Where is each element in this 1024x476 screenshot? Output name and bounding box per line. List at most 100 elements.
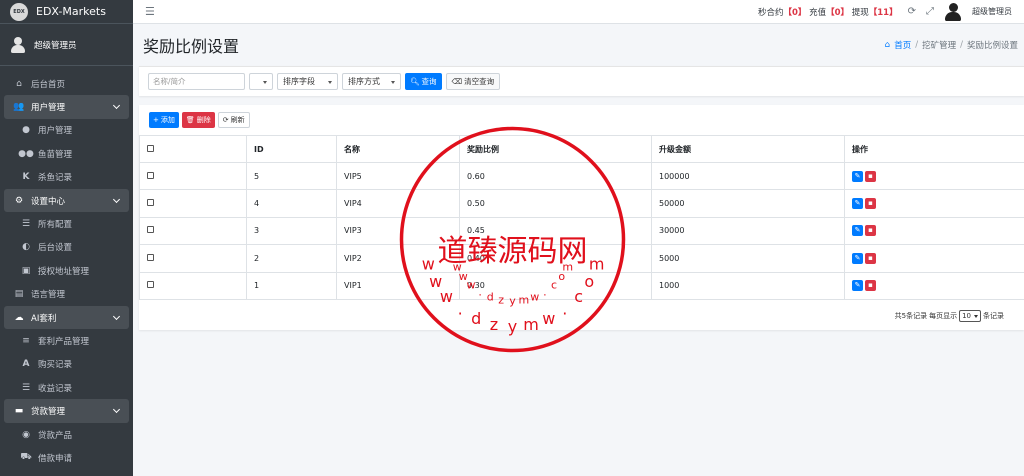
cogs-icon: ⚙: [14, 195, 24, 206]
row-checkbox[interactable]: [147, 226, 154, 234]
status-select[interactable]: [249, 73, 273, 90]
query-button[interactable]: 🔍︎ 查询: [405, 73, 442, 90]
edit-icon[interactable]: ✎: [852, 170, 863, 182]
search-input[interactable]: 名称/简介: [148, 73, 245, 90]
cell-ratio: 0.40: [459, 244, 652, 273]
pagination-info: 共5条记录 每页显示 10 条记录: [895, 310, 1004, 322]
cell-actions: ✎ ▪: [844, 216, 1024, 246]
sidebar-group-ai-arbitrage[interactable]: ☁ AI套利: [4, 305, 129, 330]
trash-icon[interactable]: ▪: [865, 198, 876, 210]
delete-label: 删除: [196, 116, 211, 124]
sidebar-item-arbitrage-products[interactable]: ≡ 套利产品管理: [0, 329, 133, 352]
delete-button[interactable]: 🗑︎ 删除: [181, 112, 215, 128]
sidebar-item-label: 杀鱼记录: [38, 173, 73, 184]
trash-icon[interactable]: ▪: [865, 252, 876, 264]
product-icon: ◉: [22, 429, 30, 440]
breadcrumb-home[interactable]: 首页: [894, 39, 911, 51]
sort-order-select[interactable]: 排序方式: [342, 73, 401, 90]
fullscreen-icon[interactable]: ⤢: [926, 6, 934, 17]
sidebar-item-auth-address[interactable]: ▣ 授权地址管理: [0, 259, 133, 282]
plus-icon: +: [153, 116, 159, 124]
edit-icon[interactable]: ✎: [852, 280, 863, 292]
page-size-select[interactable]: 10: [959, 310, 981, 322]
sidebar-item-label: 后台设置: [38, 243, 73, 254]
table-header-row: ID 名称 奖励比例 升级金额 操作: [139, 135, 1024, 163]
sidebar-item-users[interactable]: ● 用户管理: [0, 119, 133, 142]
home-icon: ⌂: [884, 40, 891, 50]
address-card-icon: ▣: [21, 265, 31, 276]
trash-icon: 🗑︎: [185, 116, 195, 124]
refresh-button[interactable]: ⟳ 刷新: [217, 112, 250, 128]
row-checkbox[interactable]: [147, 281, 154, 289]
sidebar-item-kill-records[interactable]: K 杀鱼记录: [0, 166, 133, 189]
stat-contract-value: 【0】: [783, 7, 807, 18]
sidebar-group-loan[interactable]: ▬ 贷款管理: [4, 399, 129, 423]
truck-icon: ⛟: [20, 452, 32, 463]
refresh-icon[interactable]: ⟳: [908, 6, 916, 17]
column-header-name[interactable]: 名称: [336, 135, 460, 163]
brand-logo: EDX: [10, 2, 28, 21]
sidebar-item-loan-products[interactable]: ◉ 贷款产品: [0, 423, 133, 446]
row-checkbox[interactable]: [147, 199, 154, 207]
sidebar-item-loan-applications[interactable]: ⛟ 借款申请: [0, 446, 133, 469]
sidebar-item-label: 语言管理: [31, 290, 66, 301]
sidebar-item-purchase-records[interactable]: A 购买记录: [0, 353, 133, 376]
column-header-ratio[interactable]: 奖励比例: [459, 135, 652, 163]
bars-icon: ≡: [22, 335, 30, 346]
cell-ratio: 0.45: [459, 216, 652, 246]
add-label: 添加: [160, 116, 175, 124]
column-header-amount[interactable]: 升级金额: [651, 135, 845, 163]
notification-stats[interactable]: 秒合约【0】 充值【0】 提现【11】: [758, 6, 898, 18]
stat-deposit-label: 充值: [809, 7, 827, 18]
clear-query-button[interactable]: ⌫ 清空查询: [445, 73, 501, 90]
sidebar-group-settings[interactable]: ⚙ 设置中心: [4, 188, 129, 213]
breadcrumb-current: 奖励比例设置: [966, 41, 1018, 51]
sidebar-group-user-management[interactable]: 👥 用户管理: [4, 95, 129, 119]
sidebar: EDX EDX-Markets 超级管理员 ⌂ 后台首页 👥 用户管理 ● 用户…: [0, 0, 133, 476]
home-icon: ⌂: [16, 78, 22, 89]
edit-icon[interactable]: ✎: [852, 225, 863, 237]
user-panel[interactable]: 超级管理员: [0, 24, 133, 66]
row-checkbox[interactable]: [147, 253, 154, 261]
column-header-actions: 操作: [844, 135, 1024, 163]
brand[interactable]: EDX EDX-Markets: [0, 0, 133, 24]
sidebar-item-label: 用户管理: [31, 103, 66, 114]
caret-down-icon: [974, 314, 978, 318]
avatar: [10, 36, 26, 53]
row-checkbox-cell: [139, 216, 247, 246]
cell-id: 2: [246, 244, 337, 273]
navbar-user-name[interactable]: 超级管理员: [972, 6, 1012, 17]
cell-id: 1: [246, 271, 337, 300]
sidebar-item-fish[interactable]: ●● 鱼苗管理: [0, 142, 133, 165]
row-checkbox[interactable]: [147, 171, 154, 179]
row-checkbox-cell: [139, 189, 247, 218]
sidebar-item-label: 所有配置: [38, 220, 73, 231]
edit-icon[interactable]: ✎: [852, 252, 863, 264]
cell-ratio: 0.30: [459, 271, 652, 300]
stat-withdraw-value: 【11】: [868, 7, 898, 18]
cell-amount: 1000: [651, 271, 845, 300]
edit-icon[interactable]: ✎: [852, 198, 863, 210]
trash-icon[interactable]: ▪: [865, 170, 876, 182]
add-button[interactable]: + 添加: [149, 112, 179, 128]
sidebar-item-dashboard[interactable]: ⌂ 后台首页: [0, 72, 133, 95]
sidebar-item-language[interactable]: ▤ 语言管理: [0, 283, 133, 306]
menu-toggle-icon[interactable]: ☰: [145, 5, 155, 18]
page-size-value: 10: [962, 312, 971, 320]
sidebar-item-label: 贷款管理: [31, 407, 66, 418]
sort-field-select[interactable]: 排序字段: [277, 73, 338, 90]
cell-id: 3: [246, 216, 337, 246]
filter-bar: 名称/简介 排序字段 排序方式 🔍︎ 查询 ⌫ 清空查询: [139, 66, 1024, 96]
trash-icon[interactable]: ▪: [865, 280, 876, 292]
sidebar-item-all-config[interactable]: ☰ 所有配置: [0, 212, 133, 235]
avatar[interactable]: [944, 2, 962, 21]
column-header-id[interactable]: ID: [246, 135, 337, 163]
trash-icon[interactable]: ▪: [865, 225, 876, 237]
sidebar-item-admin-settings[interactable]: ◐ 后台设置: [0, 236, 133, 259]
sidebar-item-label: 鱼苗管理: [38, 149, 73, 160]
search-icon: 🔍︎: [410, 77, 420, 86]
breadcrumb-item[interactable]: 挖矿管理: [922, 39, 956, 51]
refresh-label: 刷新: [230, 116, 245, 124]
sidebar-item-income-records[interactable]: ☰ 收益记录: [0, 376, 133, 399]
select-all-checkbox[interactable]: [147, 144, 154, 152]
